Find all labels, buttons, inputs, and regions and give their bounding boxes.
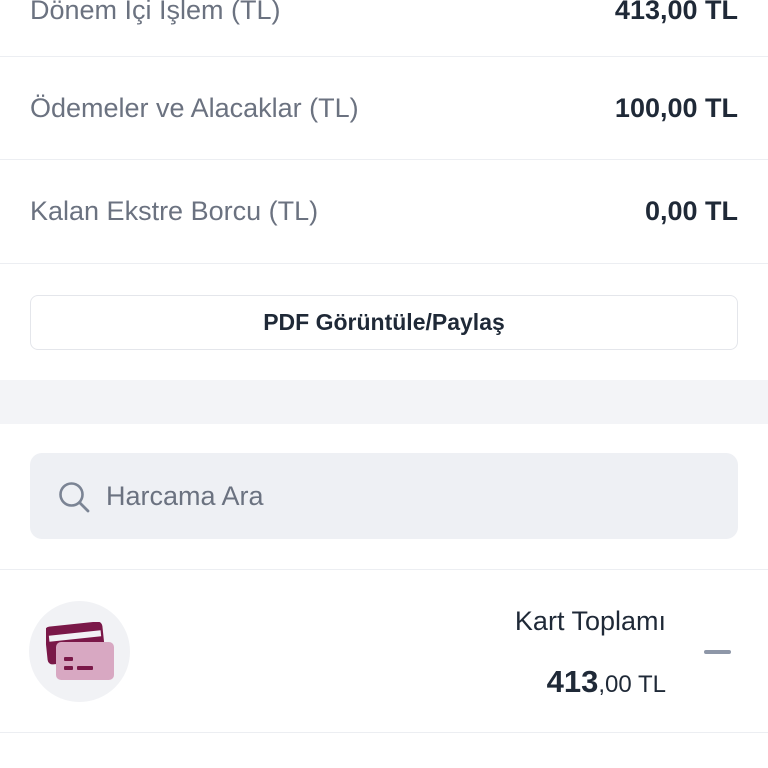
card-total-amount: 413,00 TL [547, 664, 666, 700]
search-icon [59, 482, 90, 513]
summary-row-period-transactions: Dönem İçi İşlem (TL) 413,00 TL [0, 0, 768, 57]
summary-row-payments-credits: Ödemeler ve Alacaklar (TL) 100,00 TL [0, 57, 768, 160]
summary-row-remaining-statement-debt: Kalan Ekstre Borcu (TL) 0,00 TL [0, 160, 768, 264]
payments-credits-value: 100,00 TL [614, 93, 738, 123]
list-divider-bottom [0, 732, 768, 733]
section-divider [0, 380, 768, 424]
pdf-view-share-button[interactable]: PDF Görüntüle/Paylaş [30, 295, 738, 350]
search-input[interactable] [106, 453, 706, 539]
remaining-debt-label: Kalan Ekstre Borcu (TL) [30, 196, 319, 226]
period-transactions-value: 413,00 TL [614, 0, 738, 25]
card-avatar [29, 601, 130, 702]
card-total-label: Kart Toplamı [514, 606, 666, 636]
credit-cards-icon [46, 622, 114, 680]
card-total-amount-fraction: ,00 TL [598, 671, 666, 698]
remaining-debt-value: 0,00 TL [644, 196, 738, 226]
card-total-amount-integer: 413 [546, 664, 599, 699]
card-total-row[interactable]: Kart Toplamı 413,00 TL [0, 570, 768, 732]
collapse-minus-icon[interactable] [704, 650, 731, 654]
period-transactions-label: Dönem İçi İşlem (TL) [30, 0, 281, 25]
payments-credits-label: Ödemeler ve Alacaklar (TL) [30, 93, 359, 123]
search-box[interactable] [30, 453, 738, 539]
